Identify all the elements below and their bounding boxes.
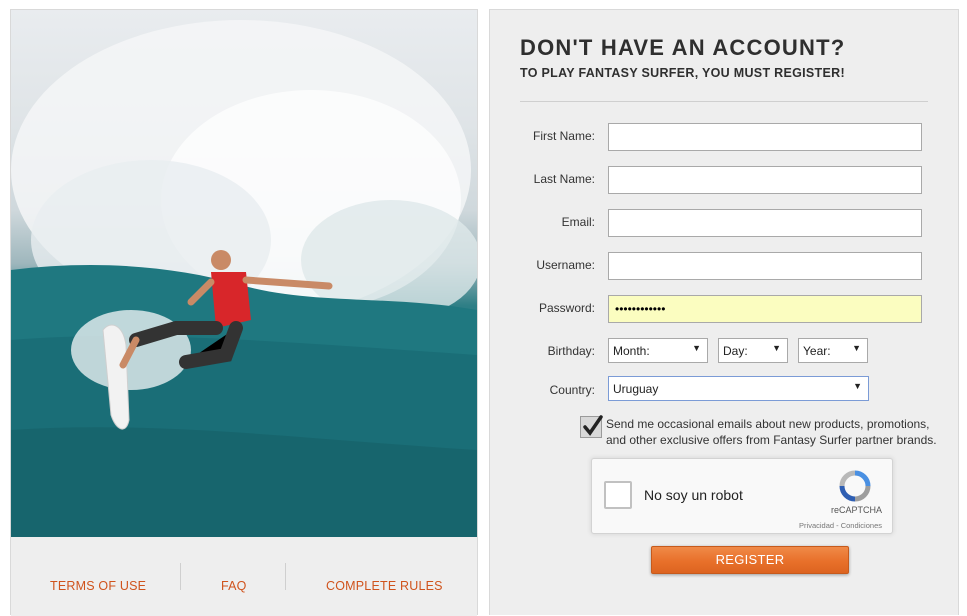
terms-of-use-link[interactable]: TERMS OF USE <box>50 579 146 593</box>
chevron-down-icon: ▼ <box>852 343 861 353</box>
footer-divider <box>285 563 286 590</box>
last-name-label: Last Name: <box>533 172 595 186</box>
recaptcha-widget: No soy un robot reCAPTCHA Privacidad - C… <box>591 458 893 534</box>
surfer-photo <box>11 10 477 537</box>
divider <box>520 101 928 102</box>
first-name-label: First Name: <box>532 129 595 143</box>
recaptcha-terms-link[interactable]: Privacidad - Condiciones <box>799 521 882 530</box>
last-name-field[interactable] <box>608 166 922 194</box>
email-field[interactable] <box>608 209 922 237</box>
recaptcha-checkbox[interactable] <box>604 481 632 509</box>
page-title: DON'T HAVE AN ACCOUNT? <box>520 35 846 60</box>
recaptcha-icon <box>839 470 871 502</box>
country-value: Uruguay <box>613 382 659 396</box>
first-name-field[interactable] <box>608 123 922 151</box>
recaptcha-brand: reCAPTCHA <box>830 505 882 515</box>
registration-panel: DON'T HAVE AN ACCOUNT? TO PLAY FANTASY S… <box>489 9 959 615</box>
birth-day-select[interactable]: Day: ▼ <box>718 338 788 363</box>
chevron-down-icon: ▼ <box>853 381 862 391</box>
username-label: Username: <box>536 258 595 272</box>
email-optin-checkbox[interactable] <box>580 415 603 438</box>
email-label: Email: <box>561 215 595 229</box>
left-panel: TERMS OF USE FAQ COMPLETE RULES <box>10 9 478 616</box>
country-label: Country: <box>549 383 595 397</box>
birth-day-value: Day: <box>723 344 748 358</box>
surfer-illustration <box>11 20 477 537</box>
birth-month-value: Month: <box>613 344 650 358</box>
country-select[interactable]: Uruguay ▼ <box>608 376 869 401</box>
username-field[interactable] <box>608 252 922 280</box>
birthday-label: Birthday: <box>547 344 595 358</box>
chevron-down-icon: ▼ <box>692 343 701 353</box>
checkmark-icon <box>583 415 603 436</box>
chevron-down-icon: ▼ <box>772 343 781 353</box>
page-subtitle: TO PLAY FANTASY SURFER, YOU MUST REGISTE… <box>520 66 845 80</box>
birth-year-select[interactable]: Year: ▼ <box>798 338 868 363</box>
footer-divider <box>180 563 181 590</box>
recaptcha-label: No soy un robot <box>644 487 743 503</box>
faq-link[interactable]: FAQ <box>221 579 247 593</box>
birth-month-select[interactable]: Month: ▼ <box>608 338 708 363</box>
password-label: Password: <box>538 301 595 315</box>
register-button[interactable]: REGISTER <box>651 546 849 574</box>
email-optin-label: Send me occasional emails about new prod… <box>606 417 937 447</box>
birth-year-value: Year: <box>803 344 831 358</box>
complete-rules-link[interactable]: COMPLETE RULES <box>326 579 443 593</box>
password-field[interactable] <box>608 295 922 323</box>
footer-links: TERMS OF USE FAQ COMPLETE RULES <box>11 537 477 616</box>
